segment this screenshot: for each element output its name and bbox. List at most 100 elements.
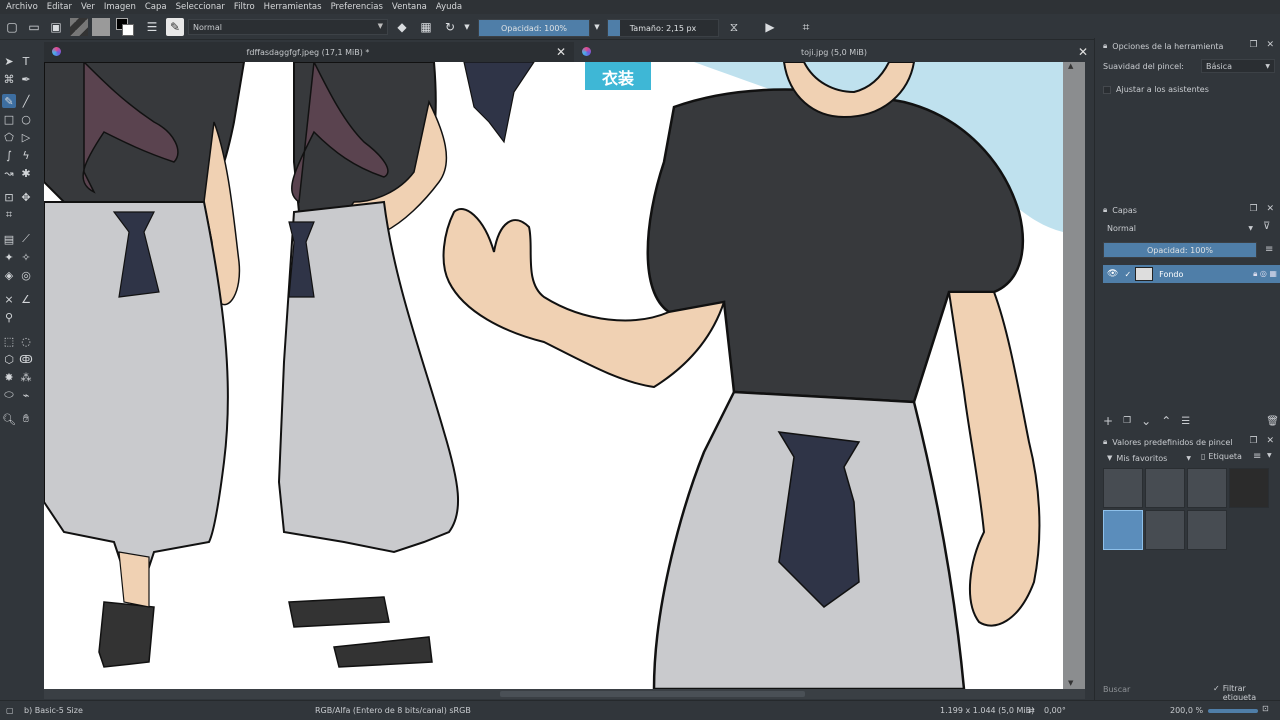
- close-icon[interactable]: ✕: [1266, 40, 1274, 50]
- float-icon[interactable]: ❐: [1250, 204, 1258, 214]
- menu-preferencias[interactable]: Preferencias: [331, 2, 383, 12]
- polygon-tool-icon[interactable]: ⬠: [2, 130, 16, 144]
- assistant-tool-icon[interactable]: ⨯: [2, 292, 16, 306]
- close-icon[interactable]: ✕: [1266, 204, 1274, 214]
- chevron-down-icon[interactable]: ▼: [462, 18, 472, 36]
- multibrush-icon[interactable]: ✱: [19, 166, 33, 180]
- rect-select-icon[interactable]: ⬚: [2, 334, 16, 348]
- close-icon[interactable]: ✕: [556, 45, 566, 59]
- menu-filtro[interactable]: Filtro: [234, 2, 255, 12]
- lock-icon[interactable]: 🔒︎: [1103, 205, 1107, 215]
- transform-tool-icon[interactable]: ⊡: [2, 190, 16, 204]
- select-shapes-icon[interactable]: ➤: [2, 54, 16, 68]
- text-tool-icon[interactable]: T: [19, 54, 33, 68]
- horizontal-scrollbar[interactable]: [44, 689, 1085, 699]
- zoom-tool-icon[interactable]: 🔍︎: [2, 412, 16, 426]
- fill-tool-icon[interactable]: ◈: [2, 268, 16, 282]
- preserve-alpha-icon[interactable]: ▦: [418, 18, 434, 36]
- float-icon[interactable]: ❐: [1250, 40, 1258, 50]
- brush-preset-icon[interactable]: ✎: [166, 18, 184, 36]
- gradient-icon[interactable]: [92, 18, 110, 36]
- rotation-icon[interactable]: ⇄: [1028, 706, 1035, 715]
- layer-blend-select[interactable]: Normal ▼: [1103, 221, 1257, 235]
- tag-select[interactable]: ▼ Mis favoritos ▼: [1103, 452, 1195, 464]
- lock-icon[interactable]: 🔒︎: [1103, 437, 1107, 447]
- drawing-canvas[interactable]: 衣装: [44, 62, 1063, 689]
- open-folder-icon[interactable]: ▭: [26, 18, 42, 36]
- similar-select-icon[interactable]: ⁂: [19, 370, 33, 384]
- brush-preset-4[interactable]: [1229, 468, 1269, 508]
- dynamic-brush-icon[interactable]: ↝: [2, 166, 16, 180]
- assistant-checkbox[interactable]: [1103, 85, 1111, 94]
- color-swatch-icon[interactable]: [116, 18, 136, 36]
- filter-icon[interactable]: ⊽: [1263, 221, 1270, 232]
- contiguous-select-icon[interactable]: ✸: [2, 370, 16, 384]
- scroll-thumb[interactable]: [500, 691, 805, 697]
- alpha-lock-icon[interactable]: 🔒︎ ◎ ▦: [1253, 269, 1277, 279]
- menu-herramientas[interactable]: Herramientas: [264, 2, 322, 12]
- pattern-icon[interactable]: [70, 18, 88, 36]
- zoom-slider[interactable]: [1208, 709, 1258, 713]
- menu-archivo[interactable]: Archivo: [6, 2, 38, 12]
- save-icon[interactable]: ▣: [48, 18, 64, 36]
- move-up-icon[interactable]: ⌃: [1161, 414, 1171, 428]
- colorize-mask-icon[interactable]: ✧: [19, 250, 33, 264]
- rectangle-tool-icon[interactable]: □: [2, 112, 16, 126]
- brush-settings-icon[interactable]: ☰: [144, 18, 160, 36]
- polygon-select-icon[interactable]: ⬡: [2, 352, 16, 366]
- tab-document-1[interactable]: fdffasdaggfgf.jpeg (17,1 MiB) * ✕: [44, 42, 572, 62]
- layer-properties-icon[interactable]: ☰: [1181, 416, 1190, 427]
- menu-imagen[interactable]: Imagen: [104, 2, 136, 12]
- eye-icon[interactable]: 👁︎: [1107, 269, 1118, 279]
- edit-shapes-icon[interactable]: ⌘: [2, 72, 16, 86]
- duplicate-layer-icon[interactable]: ❐: [1123, 416, 1131, 426]
- brush-preset-1[interactable]: [1103, 468, 1143, 508]
- vertical-scrollbar[interactable]: ▲ ▼: [1063, 62, 1085, 689]
- freehand-path-icon[interactable]: ϟ: [19, 148, 33, 162]
- reference-tool-icon[interactable]: ⚲: [2, 310, 16, 324]
- opacity-slider[interactable]: Opacidad: 100%: [478, 19, 590, 37]
- mirror-horizontal-icon[interactable]: ⧖: [726, 18, 742, 36]
- measure-tool-icon[interactable]: ∠: [19, 292, 33, 306]
- line-tool-icon[interactable]: ╱: [19, 94, 33, 108]
- menu-icon[interactable]: ≡: [1265, 244, 1273, 255]
- ellipse-tool-icon[interactable]: ○: [19, 112, 33, 126]
- menu-icon[interactable]: ≡: [1253, 451, 1261, 462]
- color-picker-icon[interactable]: ⟋: [19, 232, 33, 246]
- move-tool-icon[interactable]: ✥: [19, 190, 33, 204]
- zoom-fit-icon[interactable]: ⊡: [1262, 704, 1269, 713]
- brush-preset-5[interactable]: [1103, 510, 1143, 550]
- blend-mode-select[interactable]: Normal ▼: [188, 19, 388, 35]
- menu-ayuda[interactable]: Ayuda: [436, 2, 462, 12]
- new-document-icon[interactable]: ▢: [4, 18, 20, 36]
- ellipse-select-icon[interactable]: ◌: [19, 334, 33, 348]
- smoothing-select[interactable]: Básica ▼: [1201, 59, 1275, 73]
- brush-preset-6[interactable]: [1145, 510, 1185, 550]
- move-down-icon[interactable]: ⌄: [1141, 414, 1151, 428]
- delete-layer-icon[interactable]: 🗑︎: [1266, 416, 1279, 427]
- float-icon[interactable]: ❐: [1250, 436, 1258, 446]
- smart-patch-icon[interactable]: ✦: [2, 250, 16, 264]
- polyline-tool-icon[interactable]: ▷: [19, 130, 33, 144]
- calligraphy-icon[interactable]: ✒: [19, 72, 33, 86]
- assistant-checkbox-row[interactable]: Ajustar a los asistentes: [1103, 85, 1209, 94]
- add-layer-icon[interactable]: +: [1103, 414, 1113, 428]
- pan-tool-icon[interactable]: ✋︎: [19, 412, 33, 426]
- enclose-fill-icon[interactable]: ◎: [19, 268, 33, 282]
- reload-icon[interactable]: ↻: [442, 18, 458, 36]
- lock-icon[interactable]: 🔒︎: [1103, 41, 1107, 51]
- close-icon[interactable]: ✕: [1078, 45, 1088, 59]
- tab-document-2[interactable]: toji.jpg (5,0 MiB) ✕: [574, 42, 1094, 62]
- close-icon[interactable]: ✕: [1266, 436, 1274, 446]
- bezier-select-icon[interactable]: ⬭: [2, 388, 16, 402]
- chevron-down-icon[interactable]: ▼: [593, 18, 601, 36]
- brush-preset-3[interactable]: [1187, 468, 1227, 508]
- scroll-up-icon[interactable]: ▲: [1068, 62, 1073, 70]
- preset-search-input[interactable]: Buscar: [1103, 685, 1130, 694]
- menu-ventana[interactable]: Ventana: [392, 2, 427, 12]
- layer-opacity-slider[interactable]: Opacidad: 100%: [1103, 242, 1257, 258]
- brush-preset-2[interactable]: [1145, 468, 1185, 508]
- mirror-vertical-icon[interactable]: ▶: [762, 18, 778, 36]
- size-slider[interactable]: Tamaño: 2,15 px: [607, 19, 719, 37]
- menu-editar[interactable]: Editar: [47, 2, 72, 12]
